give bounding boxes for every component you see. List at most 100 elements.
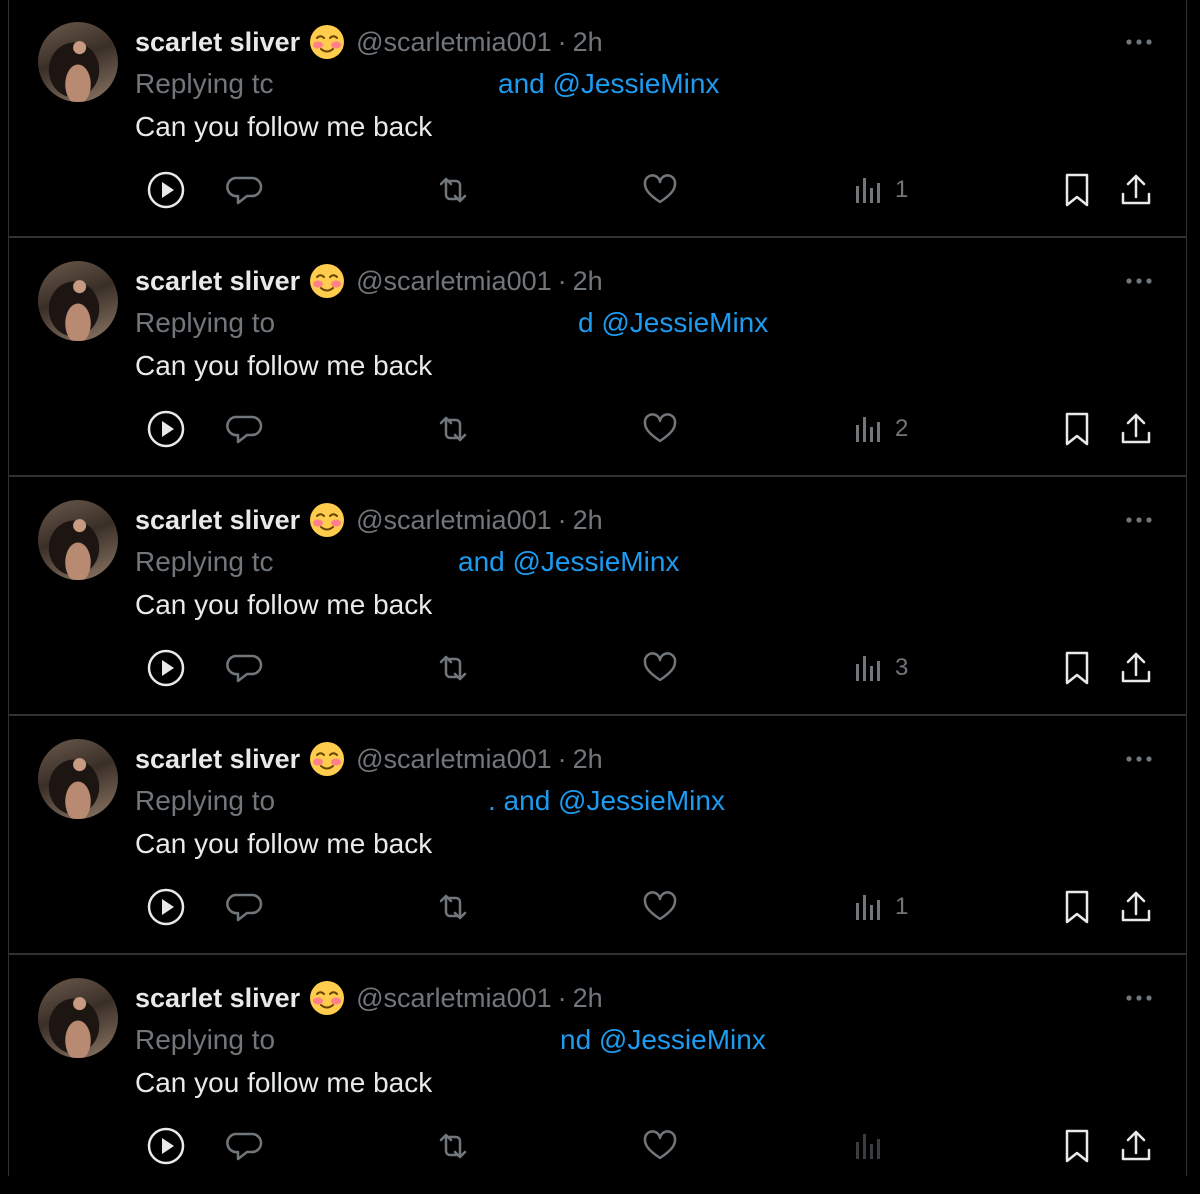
tweet-text: Can you follow me back <box>135 350 433 381</box>
like-button[interactable] <box>640 409 680 449</box>
share-button[interactable] <box>1116 648 1156 688</box>
tweet[interactable]: scarlet sliver @scarletmia001 · 2h Reply… <box>8 0 1186 238</box>
display-name[interactable]: scarlet sliver <box>135 983 300 1014</box>
retweet-button[interactable] <box>433 648 473 688</box>
timestamp[interactable]: 2h <box>573 983 603 1014</box>
replying-to-users-link[interactable]: and @JessieMinx <box>498 68 719 100</box>
play-button[interactable] <box>146 1126 186 1166</box>
like-button[interactable] <box>640 648 680 688</box>
redaction-mask <box>287 1024 557 1060</box>
timestamp[interactable]: 2h <box>573 266 603 297</box>
retweet-button[interactable] <box>433 409 473 449</box>
share-icon <box>1121 413 1151 444</box>
avatar[interactable] <box>38 261 118 341</box>
retweet-icon <box>439 894 467 920</box>
play-button[interactable] <box>146 409 186 449</box>
separator: · <box>557 743 567 774</box>
tweet[interactable]: scarlet sliver @scarletmia001 · 2h Reply… <box>8 956 1186 1194</box>
retweet-button[interactable] <box>433 1126 473 1166</box>
replying-to-users-link[interactable]: d @JessieMinx <box>578 307 768 339</box>
share-button[interactable] <box>1116 170 1156 210</box>
bookmark-icon <box>1065 1129 1089 1163</box>
avatar[interactable] <box>38 739 118 819</box>
play-icon <box>147 1127 185 1165</box>
play-button[interactable] <box>146 170 186 210</box>
bookmark-button[interactable] <box>1058 170 1096 210</box>
timestamp[interactable]: 2h <box>573 27 603 58</box>
display-name[interactable]: scarlet sliver <box>135 744 300 775</box>
redaction-mask <box>287 307 577 343</box>
retweet-button[interactable] <box>433 887 473 927</box>
share-button[interactable] <box>1116 1126 1156 1166</box>
avatar[interactable] <box>38 22 118 102</box>
user-handle[interactable]: @scarletmia001 <box>356 27 552 58</box>
play-button[interactable] <box>146 648 186 688</box>
reply-button[interactable] <box>225 409 263 449</box>
tweet[interactable]: scarlet sliver @scarletmia001 · 2h Reply… <box>8 717 1186 955</box>
user-handle[interactable]: @scarletmia001 <box>356 983 552 1014</box>
views-button[interactable] <box>853 1126 895 1166</box>
like-button[interactable] <box>640 1126 680 1166</box>
smiling-face-with-blushing-cheeks-emoji <box>310 742 345 776</box>
views-icon <box>856 417 880 442</box>
tweet-text: Can you follow me back <box>135 828 433 859</box>
more-icon[interactable] <box>1123 749 1155 769</box>
views-count: 1 <box>895 176 909 203</box>
more-icon[interactable] <box>1123 988 1155 1008</box>
bookmark-button[interactable] <box>1058 648 1096 688</box>
tweet[interactable]: scarlet sliver @scarletmia001 · 2h Reply… <box>8 478 1186 716</box>
tweet[interactable]: scarlet sliver @scarletmia001 · 2h Reply… <box>8 239 1186 477</box>
display-name[interactable]: scarlet sliver <box>135 505 300 536</box>
views-icon <box>856 1134 880 1159</box>
tweet-text: Can you follow me back <box>135 1067 433 1098</box>
avatar[interactable] <box>38 500 118 580</box>
share-icon <box>1121 891 1151 922</box>
share-button[interactable] <box>1116 409 1156 449</box>
reply-button[interactable] <box>225 887 263 927</box>
views-button[interactable]: 2 <box>853 409 908 449</box>
timestamp[interactable]: 2h <box>573 505 603 536</box>
views-button[interactable]: 1 <box>853 887 908 927</box>
replying-to-users-link[interactable]: and @JessieMinx <box>458 546 679 578</box>
reply-button[interactable] <box>225 1126 263 1166</box>
more-icon[interactable] <box>1123 32 1155 52</box>
avatar[interactable] <box>38 978 118 1058</box>
heart-icon <box>643 174 677 204</box>
views-button[interactable]: 3 <box>853 648 908 688</box>
bookmark-button[interactable] <box>1058 887 1096 927</box>
share-button[interactable] <box>1116 887 1156 927</box>
views-button[interactable]: 1 <box>853 170 908 210</box>
replying-to-users-link[interactable]: . and @JessieMinx <box>488 785 725 817</box>
display-name[interactable]: scarlet sliver <box>135 266 300 297</box>
tweet-header: scarlet sliver @scarletmia001 · 2h <box>135 741 603 777</box>
retweet-icon <box>439 177 467 203</box>
timestamp[interactable]: 2h <box>573 744 603 775</box>
like-button[interactable] <box>640 887 680 927</box>
play-button[interactable] <box>146 887 186 927</box>
replying-to-label: Replying to <box>135 307 276 338</box>
user-handle[interactable]: @scarletmia001 <box>356 505 552 536</box>
tweet-header: scarlet sliver @scarletmia001 · 2h <box>135 502 603 538</box>
share-icon <box>1121 174 1151 205</box>
share-icon <box>1121 1130 1151 1161</box>
more-icon[interactable] <box>1123 271 1155 291</box>
replying-to-users-link[interactable]: nd @JessieMinx <box>560 1024 766 1056</box>
user-handle[interactable]: @scarletmia001 <box>356 266 552 297</box>
retweet-icon <box>439 416 467 442</box>
reply-button[interactable] <box>225 170 263 210</box>
bookmark-button[interactable] <box>1058 1126 1096 1166</box>
reply-button[interactable] <box>225 648 263 688</box>
reply-icon <box>226 176 263 205</box>
bookmark-button[interactable] <box>1058 409 1096 449</box>
retweet-button[interactable] <box>433 170 473 210</box>
retweet-icon <box>439 1133 467 1159</box>
more-icon[interactable] <box>1123 510 1155 530</box>
reply-icon <box>226 654 263 683</box>
views-count: 3 <box>895 654 909 681</box>
like-button[interactable] <box>640 170 680 210</box>
reply-icon <box>226 415 263 444</box>
timeline-feed: scarlet sliver @scarletmia001 · 2h Reply… <box>0 0 1200 1176</box>
display-name[interactable]: scarlet sliver <box>135 27 300 58</box>
user-handle[interactable]: @scarletmia001 <box>356 744 552 775</box>
play-icon <box>147 888 185 926</box>
